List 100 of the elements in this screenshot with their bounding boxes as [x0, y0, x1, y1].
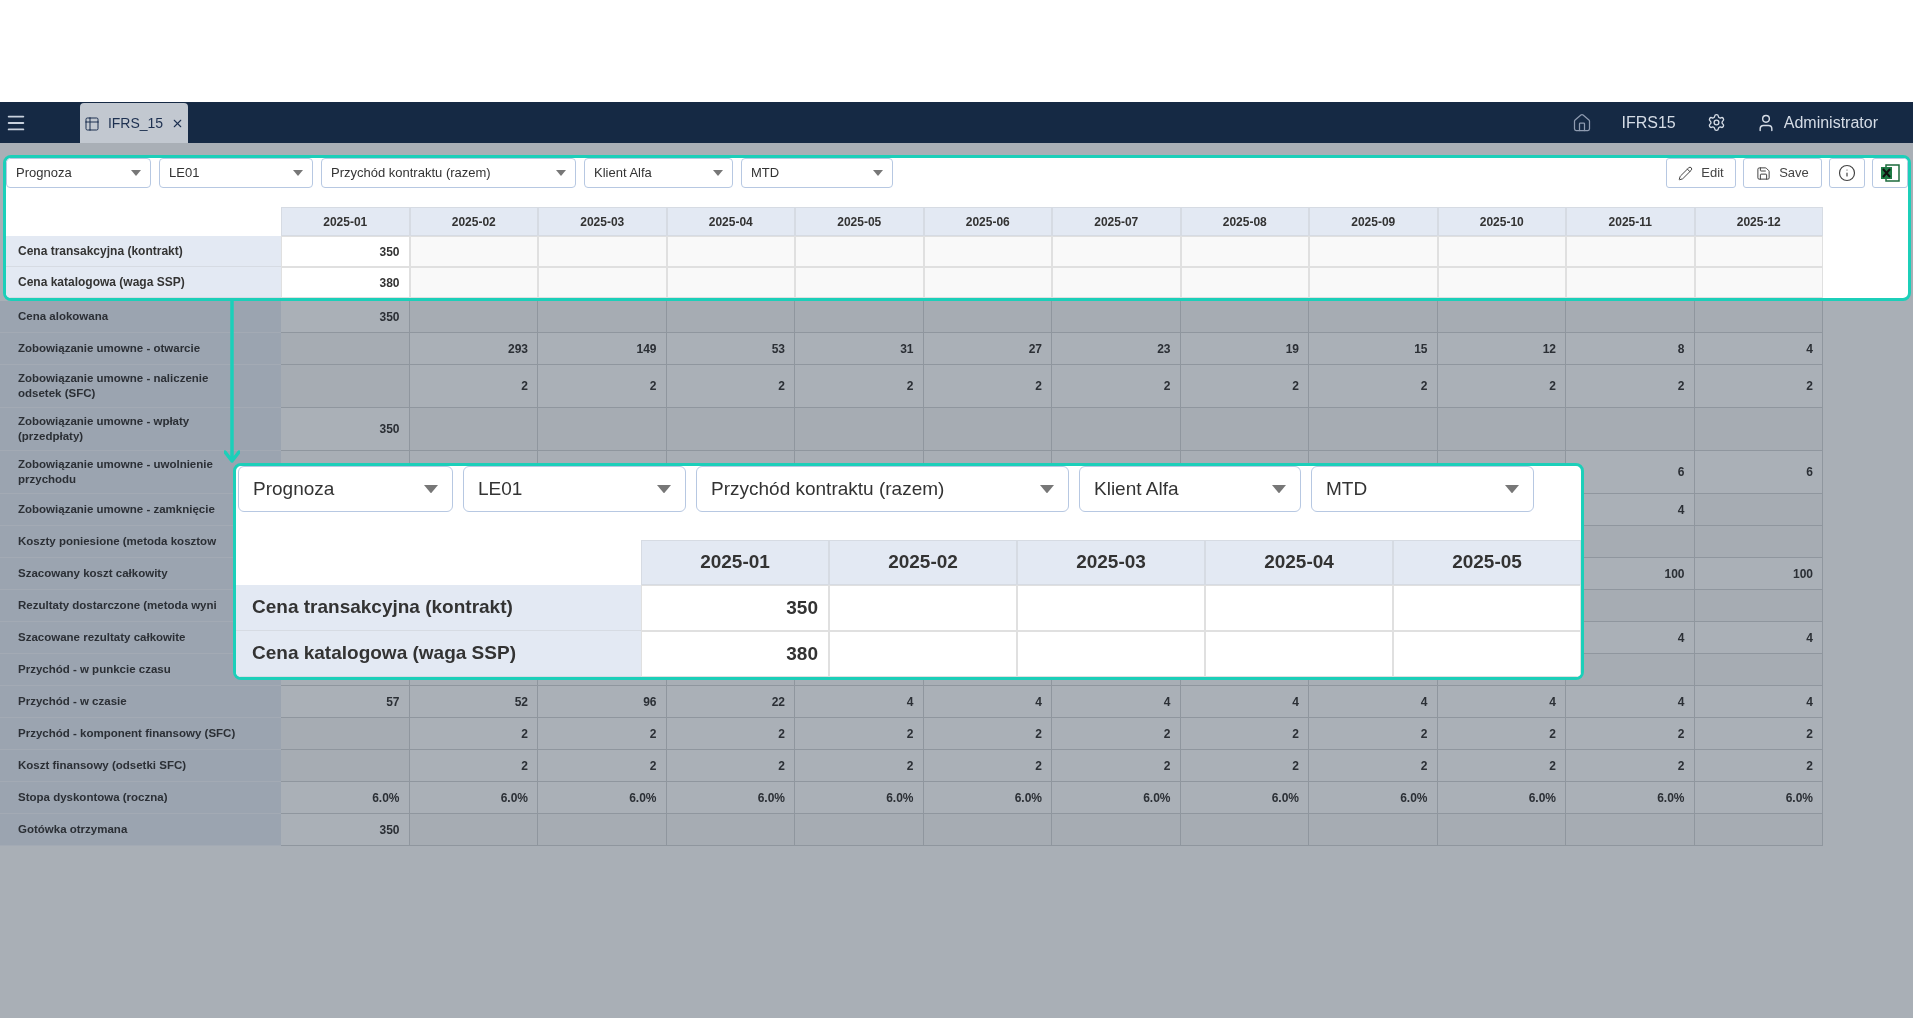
table-cell: 2	[409, 365, 538, 408]
pencil-icon	[1678, 165, 1694, 181]
table-cell: 2	[1052, 365, 1181, 408]
column-header: 2025-09	[1309, 207, 1438, 236]
table-cell: 380	[641, 631, 829, 677]
table-cell: 2	[1566, 750, 1695, 782]
tab-label: IFRS_15	[107, 114, 164, 133]
table-cell: 2	[666, 718, 795, 750]
app-name[interactable]: IFRS15	[1621, 110, 1676, 135]
table-cell: 350	[281, 814, 410, 846]
column-header: 2025-05	[1393, 540, 1581, 585]
row-label: Cena alokowana	[18, 309, 110, 324]
table-cell: 4	[1566, 686, 1695, 718]
table-cell: 52	[409, 686, 538, 718]
table-cell: 2	[409, 718, 538, 750]
filter-dropdown[interactable]: Przychód kontraktu (razem)	[696, 466, 1069, 512]
table-cell: 6.0%	[795, 782, 924, 814]
info-button[interactable]	[1829, 158, 1865, 188]
row-label: Zobowiązanie umowne - naliczenie odsetek (SFC)	[18, 371, 210, 401]
excel-export-button[interactable]	[1872, 158, 1908, 188]
table-cell: 53	[666, 333, 795, 365]
table-cell: 6.0%	[923, 782, 1052, 814]
table-cell: 2	[1309, 750, 1438, 782]
table-cell: 350	[641, 585, 829, 631]
table-cell: 2	[1437, 365, 1566, 408]
table-cell: 6.0%	[281, 782, 410, 814]
table-cell: 23	[1052, 333, 1181, 365]
table-cell: 2	[538, 718, 667, 750]
caret-icon	[1272, 484, 1286, 494]
row-label: Zobowiązanie umowne - wpłaty (przedpłaty)	[18, 414, 191, 444]
column-header: 2025-01	[641, 540, 829, 585]
table-cell: 293	[409, 333, 538, 365]
table-cell: 4	[1694, 622, 1823, 654]
caret-icon	[293, 170, 303, 176]
row-label: Cena transakcyjna (kontrakt)	[6, 236, 281, 267]
caret-icon	[873, 170, 883, 176]
filter-dropdown[interactable]: MTD	[741, 158, 893, 188]
table-cell: 2	[923, 365, 1052, 408]
table-cell: 2	[923, 750, 1052, 782]
table-cell: 2	[538, 365, 667, 408]
info-icon	[1838, 164, 1856, 182]
edit-button[interactable]: Edit	[1666, 158, 1736, 188]
user-name[interactable]: Administrator	[1783, 110, 1878, 135]
table-cell: 2	[1052, 750, 1181, 782]
filter-dropdown[interactable]: Klient Alfa	[584, 158, 733, 188]
table-cell: 350	[281, 236, 410, 267]
table-cell: 2	[666, 365, 795, 408]
table-icon	[83, 115, 100, 132]
table-cell: 15	[1309, 333, 1438, 365]
caret-icon	[1505, 484, 1519, 494]
table-cell: 2	[1180, 750, 1309, 782]
column-header: 2025-04	[666, 207, 795, 236]
column-header: 2025-02	[409, 207, 538, 236]
column-header: 2025-07	[1052, 207, 1181, 236]
table-cell: 2	[666, 750, 795, 782]
table-cell: 2	[1437, 750, 1566, 782]
table-cell: 2	[795, 718, 924, 750]
row-label: Rezultaty dostarczone (metoda wyni	[18, 598, 218, 613]
table-cell: 6.0%	[1052, 782, 1181, 814]
row-label: Koszt finansowy (odsetki SFC)	[18, 758, 188, 773]
filter-dropdown[interactable]: LE01	[463, 466, 686, 512]
table-cell: 149	[538, 333, 667, 365]
home-icon[interactable]	[1571, 112, 1592, 133]
save-button[interactable]: Save	[1743, 158, 1822, 188]
filter-dropdown[interactable]: Przychód kontraktu (razem)	[321, 158, 576, 188]
column-header: 2025-03	[1017, 540, 1205, 585]
table-cell: 2	[1180, 718, 1309, 750]
table-cell: 2	[1566, 365, 1695, 408]
row-label: Cena transakcyjna (kontrakt)	[236, 585, 641, 631]
table-cell: 96	[538, 686, 667, 718]
table-cell: 2	[795, 365, 924, 408]
table-cell: 4	[1309, 686, 1438, 718]
table-cell: 57	[281, 686, 410, 718]
table-cell: 4	[1694, 686, 1823, 718]
column-header: 2025-10	[1437, 207, 1566, 236]
filter-dropdown[interactable]: Klient Alfa	[1079, 466, 1301, 512]
table-cell: 6	[1694, 451, 1823, 494]
table-cell: 12	[1437, 333, 1566, 365]
table-cell: 4	[795, 686, 924, 718]
filter-dropdown[interactable]: Prognoza	[6, 158, 151, 188]
table-cell: 380	[281, 267, 410, 298]
table-cell: 2	[1694, 365, 1823, 408]
settings-icon[interactable]	[1706, 113, 1726, 132]
table-cell: 100	[1694, 558, 1823, 590]
row-label: Przychód - w czasie	[18, 694, 128, 709]
filter-dropdown[interactable]: Prognoza	[238, 466, 453, 512]
table-cell: 350	[281, 301, 410, 333]
filter-dropdown[interactable]: LE01	[159, 158, 313, 188]
table-cell: 2	[1052, 718, 1181, 750]
row-label: Szacowany koszt całkowity	[18, 566, 169, 581]
column-header: 2025-06	[923, 207, 1052, 236]
table-cell: 6.0%	[538, 782, 667, 814]
table-cell: 4	[1437, 686, 1566, 718]
row-label: Przychód - w punkcie czasu	[18, 662, 172, 677]
table-cell: 19	[1180, 333, 1309, 365]
filter-dropdown[interactable]: MTD	[1311, 466, 1534, 512]
table-cell: 22	[666, 686, 795, 718]
document-tab[interactable]: IFRS_15	[80, 103, 188, 144]
table-cell: 2	[409, 750, 538, 782]
row-label: Szacowane rezultaty całkowite	[18, 630, 187, 645]
